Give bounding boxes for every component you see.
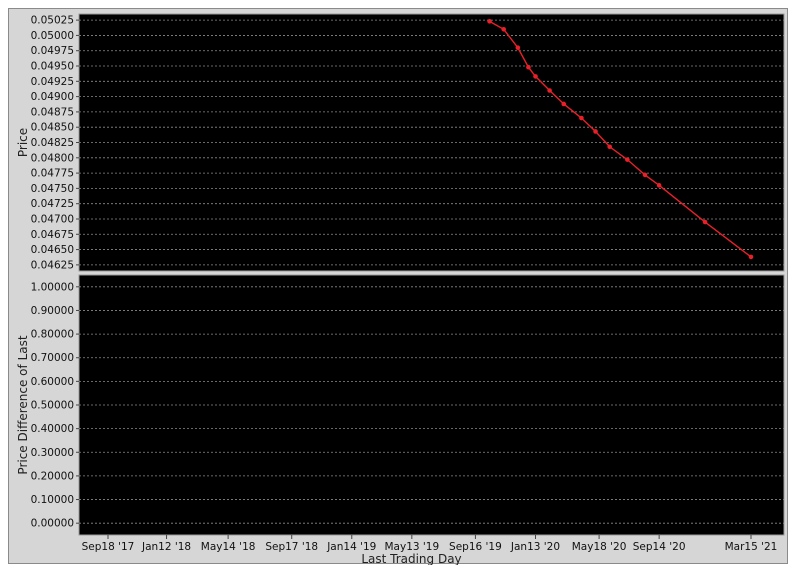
price-tick-label-y: 0.05000 — [31, 30, 74, 42]
difference-tick-label-y: 0.50000 — [31, 400, 74, 412]
price-data-point — [533, 74, 538, 79]
difference-tick-label-y: 1.00000 — [31, 281, 74, 293]
price-data-point — [526, 64, 531, 70]
tick-label-x: May14 '18 — [201, 541, 256, 553]
price-data-point — [625, 157, 630, 162]
price-tick-label-y: 0.04850 — [31, 122, 74, 134]
price-tick-label-y: 0.04800 — [31, 152, 74, 164]
price-tick-label-y: 0.04625 — [31, 259, 74, 271]
axis-title-x: Last Trading Day — [361, 552, 461, 565]
price-data-point — [748, 254, 754, 260]
difference-tick-label-y: 0.00000 — [31, 518, 74, 530]
price-data-point — [579, 115, 584, 121]
price-tick-label-y: 0.04775 — [31, 168, 74, 180]
tick-label-x: Sep17 '18 — [265, 541, 318, 553]
price-tick-label-y: 0.04725 — [31, 198, 74, 210]
price-tick-label-y: 0.04825 — [31, 137, 74, 149]
chart-window: 0.05025 0.05000 0.04975 0.04950 0.04925 0.049… — [8, 8, 788, 565]
price-data-point — [487, 19, 492, 24]
difference-tick-label-y: 0.40000 — [31, 423, 74, 435]
difference-tick-label-y: 0.70000 — [31, 352, 74, 364]
price-tick-label-y: 0.04750 — [31, 183, 74, 195]
difference-tick-label-y: 0.90000 — [31, 305, 74, 317]
price-tick-label-y: 0.04900 — [31, 91, 74, 103]
chart-svg: 0.05025 0.05000 0.04975 0.04950 0.04925 0.049… — [16, 13, 785, 565]
tick-label-x: Jan12 '18 — [141, 541, 191, 553]
price-data-point — [561, 101, 567, 107]
difference-axis-title-y: Price Difference of Last — [16, 335, 30, 474]
price-data-point — [501, 26, 506, 32]
difference-tick-label-y: 0.60000 — [31, 376, 74, 388]
price-data-point — [656, 183, 662, 188]
difference-tick-label-y: 0.20000 — [31, 470, 74, 482]
difference-tick-label-y: 0.80000 — [31, 329, 74, 341]
price-tick-label-y: 0.04950 — [31, 61, 74, 73]
difference-tick-label-y: 0.30000 — [31, 447, 74, 459]
price-data-point — [547, 88, 552, 93]
tick-label-x: Sep18 '17 — [82, 541, 135, 553]
price-data-point — [702, 219, 708, 225]
tick-label-x: Sep14 '20 — [633, 541, 686, 553]
price-tick-label-y: 0.04875 — [31, 106, 74, 118]
price-tick-label-y: 0.04675 — [31, 229, 74, 241]
price-tick-label-y: 0.04650 — [31, 244, 74, 256]
price-tick-label-y: 0.04925 — [31, 76, 74, 88]
price-tick-label-y: 0.04700 — [31, 213, 74, 225]
price-data-point — [642, 172, 648, 178]
price-axis-title-y: Price — [16, 128, 30, 157]
tick-label-x: Jan13 '20 — [510, 541, 560, 553]
price-data-point — [593, 129, 598, 134]
tick-label-x: May18 '20 — [572, 541, 627, 553]
price-data-point — [607, 144, 612, 150]
difference-tick-label-y: 0.10000 — [31, 494, 74, 506]
price-tick-label-y: 0.04975 — [31, 45, 74, 57]
tick-label-x: Mar15 '21 — [725, 541, 778, 553]
price-tick-label-y: 0.05025 — [31, 15, 74, 27]
price-data-point — [515, 45, 521, 50]
